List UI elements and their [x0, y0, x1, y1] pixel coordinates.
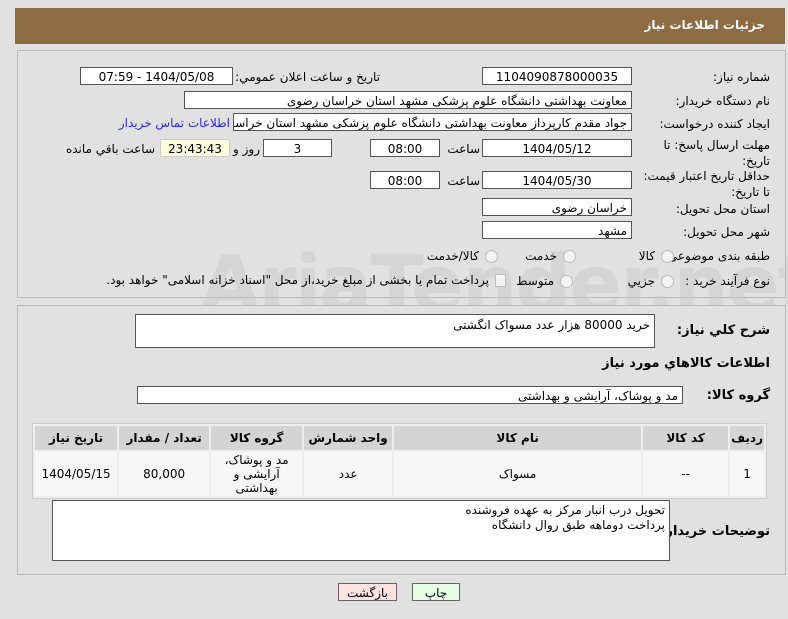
radio-icon[interactable] — [485, 249, 498, 263]
cell-group: مد و پوشاک، آرایشی و بهداشتی — [211, 452, 303, 496]
goods-group-field: مد و پوشاک، آرایشی و بهداشتی — [137, 386, 683, 404]
validity-label: حداقل تاریخ اعتبار قیمت: تا تاریخ: — [643, 169, 770, 199]
description-textarea[interactable]: خرید 80000 هزار عدد مسواک انگشتی — [135, 314, 655, 348]
city-label: شهر محل تحویل: — [683, 225, 770, 239]
remaining-time-field: 23:43:43 — [160, 139, 230, 157]
col-name: نام کالا — [394, 426, 642, 450]
radio-icon[interactable] — [563, 249, 576, 263]
treasury-payment-checkbox[interactable]: پرداخت تمام یا بخشی از مبلغ خرید،از محل … — [106, 273, 506, 287]
buyer-contact-link[interactable]: اطلاعات تماس خریدار — [119, 116, 230, 130]
validity-time-label: ساعت — [447, 174, 480, 188]
process-radio-medium[interactable]: متوسط — [516, 274, 573, 288]
col-group: گروه کالا — [211, 426, 303, 450]
category-radio-both[interactable]: کالا/خدمت — [427, 249, 498, 263]
col-unit: واحد شمارش — [304, 426, 393, 450]
days-label: روز و — [233, 142, 260, 156]
goods-table: ردیف کد کالا نام کالا واحد شمارش گروه کا… — [32, 423, 767, 499]
page-header: جزئیات اطلاعات نیاز — [15, 8, 785, 44]
cell-code: -- — [643, 452, 729, 496]
buyer-org-label: نام دستگاه خریدار: — [675, 94, 771, 108]
cell-name: مسواک — [394, 452, 642, 496]
cell-unit: عدد — [304, 452, 393, 496]
deadline-date-field: 1404/05/12 — [482, 139, 632, 157]
deadline-time-label: ساعت — [447, 142, 480, 156]
deadline-time-field: 08:00 — [370, 139, 440, 157]
cell-row: 1 — [730, 452, 764, 496]
cell-qty: 80,000 — [119, 452, 210, 496]
goods-group-label: گروه کالا: — [706, 388, 770, 403]
city-field: مشهد — [482, 221, 632, 239]
need-number-field: 1104090878000035 — [482, 67, 632, 85]
process-label: نوع فرآیند خرید : — [685, 274, 770, 288]
province-field: خراسان رضوی — [482, 198, 632, 216]
validity-date-field: 1404/05/30 — [482, 171, 632, 189]
col-row: ردیف — [730, 426, 764, 450]
announce-field: 1404/05/08 - 07:59 — [80, 67, 233, 85]
back-button[interactable]: بازگشت — [338, 583, 397, 601]
category-radio-service[interactable]: خدمت — [525, 249, 576, 263]
checkbox-icon[interactable] — [495, 273, 506, 287]
table-header-row: ردیف کد کالا نام کالا واحد شمارش گروه کا… — [35, 426, 764, 450]
creator-field: جواد مقدم کارپرداز معاونت بهداشتی دانشگا… — [233, 113, 632, 131]
page-title: جزئیات اطلاعات نیاز — [644, 18, 765, 32]
col-qty: تعداد / مقدار — [119, 426, 210, 450]
buyer-org-field: معاونت بهداشتی دانشگاه علوم پزشکی مشهد ا… — [184, 91, 632, 109]
description-label: شرح کلي نیاز: — [676, 323, 770, 338]
buyer-notes-textarea[interactable]: تحویل درب انبار مرکز به عهده فروشنده پرد… — [52, 500, 670, 561]
buyer-notes-label: توضیحات خریدار: — [660, 524, 770, 539]
days-field: 3 — [263, 139, 332, 157]
col-code: کد کالا — [643, 426, 729, 450]
category-label: طبقه بندی موضوعی: — [663, 249, 770, 263]
deadline-label: مهلت ارسال پاسخ: تا تاریخ: — [663, 138, 770, 168]
process-radio-small[interactable]: جزیي — [628, 274, 674, 288]
validity-time-field: 08:00 — [370, 171, 440, 189]
cell-date: 1404/05/15 — [35, 452, 118, 496]
creator-label: ایجاد کننده درخواست: — [659, 117, 770, 131]
radio-icon[interactable] — [661, 274, 674, 288]
radio-icon[interactable] — [661, 249, 674, 263]
col-date: تاریخ نیاز — [35, 426, 118, 450]
goods-heading: اطلاعات کالاهاي مورد نیاز — [602, 356, 770, 371]
remaining-label: ساعت باقي مانده — [65, 142, 155, 156]
need-number-label: شماره نیاز: — [713, 70, 770, 84]
table-row: 1 -- مسواک عدد مد و پوشاک، آرایشی و بهدا… — [35, 452, 764, 496]
announce-label: تاریخ و ساعت اعلان عمومي: — [235, 70, 380, 84]
radio-icon[interactable] — [560, 274, 573, 288]
print-button[interactable]: چاپ — [412, 583, 460, 601]
province-label: استان محل تحویل: — [675, 202, 770, 216]
category-radio-goods[interactable]: کالا — [639, 249, 674, 263]
